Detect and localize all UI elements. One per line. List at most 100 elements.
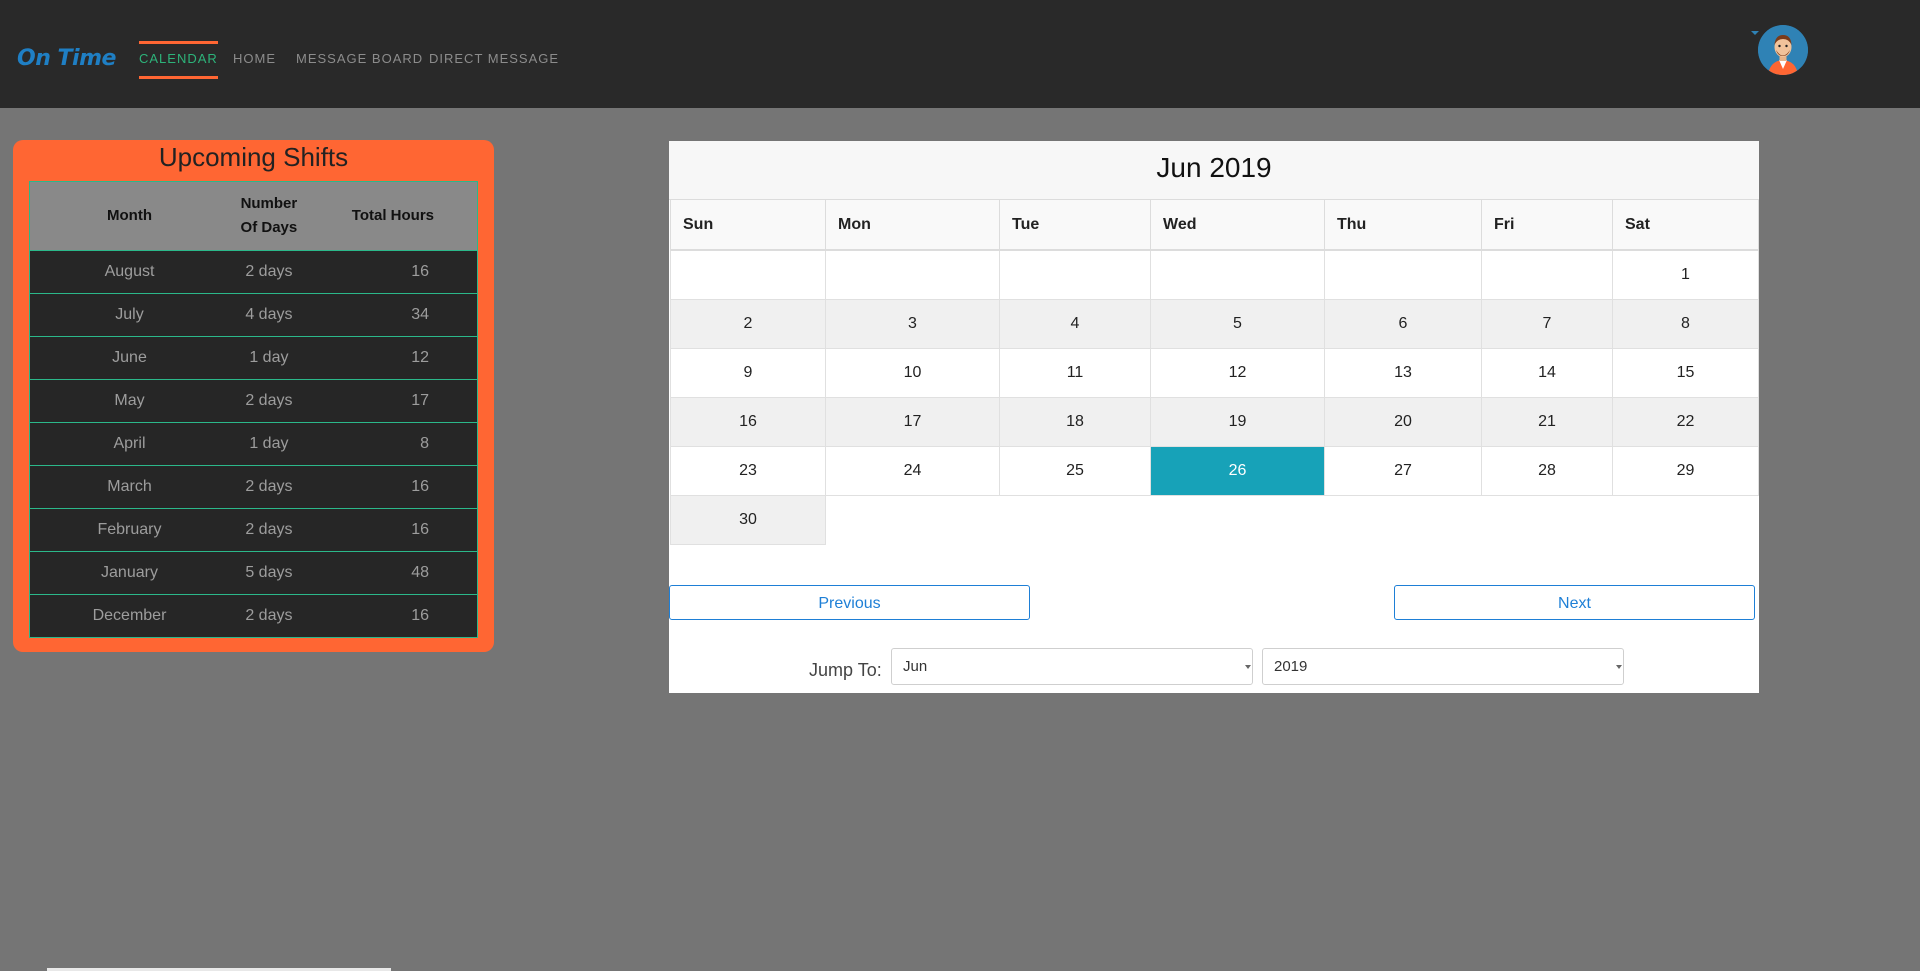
row-month: January xyxy=(29,551,229,595)
table-row: April 1 day 8 xyxy=(29,422,478,466)
calendar-day[interactable]: 4 xyxy=(999,299,1151,349)
calendar-day[interactable]: 2 xyxy=(670,299,826,349)
nav-direct-message[interactable]: DIRECT MESSAGE xyxy=(429,51,559,66)
table-row: December 2 days 16 xyxy=(29,594,478,638)
row-days: 5 days xyxy=(229,551,309,595)
calendar-month-title: Jun 2019 xyxy=(1156,152,1272,183)
table-row: March 2 days 16 xyxy=(29,465,478,509)
row-hours: 16 xyxy=(308,594,478,638)
calendar-day[interactable]: 18 xyxy=(999,397,1151,447)
next-month-button[interactable]: Next xyxy=(1394,585,1755,620)
calendar-day[interactable]: 21 xyxy=(1481,397,1613,447)
weekday-wed: Wed xyxy=(1150,199,1325,251)
calendar-day[interactable]: 1 xyxy=(1612,249,1759,300)
calendar-day[interactable]: 28 xyxy=(1481,446,1613,496)
calendar-day-empty xyxy=(999,249,1151,300)
row-month: May xyxy=(29,379,229,423)
header-number-of-days: Number Of Days xyxy=(229,181,309,251)
top-navbar: On Time CALENDAR HOME MESSAGE BOARD DIRE… xyxy=(0,0,1920,108)
row-hours: 16 xyxy=(308,465,478,509)
weekday-sun: Sun xyxy=(670,199,826,251)
row-days: 2 days xyxy=(229,465,309,509)
jump-to-label: Jump To: xyxy=(809,660,882,680)
calendar-day[interactable]: 11 xyxy=(999,348,1151,398)
nav-message-board[interactable]: MESSAGE BOARD xyxy=(296,51,423,66)
table-row: May 2 days 17 xyxy=(29,379,478,423)
calendar-week-row: 9 10 11 12 13 14 15 xyxy=(670,348,1759,398)
row-month: July xyxy=(29,293,229,337)
row-month: December xyxy=(29,594,229,638)
calendar-grid: Sun Mon Tue Wed Thu Fri Sat 1 2 3 4 5 6 … xyxy=(670,199,1759,545)
calendar-week-row: 1 xyxy=(670,249,1759,300)
calendar-day[interactable]: 8 xyxy=(1612,299,1759,349)
calendar-day-empty xyxy=(825,249,1000,300)
calendar-day[interactable]: 25 xyxy=(999,446,1151,496)
previous-month-button[interactable]: Previous xyxy=(669,585,1030,620)
weekday-header-row: Sun Mon Tue Wed Thu Fri Sat xyxy=(670,199,1759,251)
chevron-down-icon xyxy=(1616,665,1622,669)
dropdown-caret-icon[interactable] xyxy=(1751,31,1759,35)
calendar-day-empty xyxy=(1150,249,1325,300)
table-row: June 1 day 12 xyxy=(29,336,478,380)
month-select[interactable]: Jun xyxy=(891,648,1253,685)
header-days-line1: Number xyxy=(240,195,298,212)
table-row: August 2 days 16 xyxy=(29,250,478,294)
row-hours: 17 xyxy=(308,379,478,423)
calendar-day[interactable]: 9 xyxy=(670,348,826,398)
weekday-thu: Thu xyxy=(1324,199,1482,251)
nav-home[interactable]: HOME xyxy=(233,51,276,66)
row-hours: 16 xyxy=(308,250,478,294)
calendar-week-row: 23 24 25 26 27 28 29 xyxy=(670,446,1759,496)
row-days: 2 days xyxy=(229,250,309,294)
row-days: 1 day xyxy=(229,422,309,466)
calendar-day[interactable]: 10 xyxy=(825,348,1000,398)
calendar-day[interactable]: 29 xyxy=(1612,446,1759,496)
calendar-day[interactable]: 19 xyxy=(1150,397,1325,447)
nav-calendar[interactable]: CALENDAR xyxy=(139,41,218,79)
user-avatar-icon[interactable] xyxy=(1758,25,1808,75)
calendar-day-empty xyxy=(1324,249,1482,300)
calendar-day[interactable]: 5 xyxy=(1150,299,1325,349)
table-row: February 2 days 16 xyxy=(29,508,478,552)
calendar-day-empty xyxy=(1481,249,1613,300)
row-month: February xyxy=(29,508,229,552)
row-hours: 16 xyxy=(308,508,478,552)
calendar-day[interactable]: 20 xyxy=(1324,397,1482,447)
calendar-day[interactable]: 27 xyxy=(1324,446,1482,496)
row-days: 1 day xyxy=(229,336,309,380)
table-row: January 5 days 48 xyxy=(29,551,478,595)
calendar-header: Jun 2019 xyxy=(669,141,1759,200)
weekday-tue: Tue xyxy=(999,199,1151,251)
calendar-day[interactable]: 6 xyxy=(1324,299,1482,349)
upcoming-shifts-title: Upcoming Shifts xyxy=(158,142,349,172)
calendar-day[interactable]: 12 xyxy=(1150,348,1325,398)
row-hours: 8 xyxy=(308,422,478,466)
chevron-down-icon xyxy=(1245,665,1251,669)
calendar-day[interactable]: 13 xyxy=(1324,348,1482,398)
calendar-week-row: 16 17 18 19 20 21 22 xyxy=(670,397,1759,447)
row-days: 4 days xyxy=(229,293,309,337)
calendar-day[interactable]: 23 xyxy=(670,446,826,496)
calendar-day[interactable]: 7 xyxy=(1481,299,1613,349)
calendar-day-today[interactable]: 26 xyxy=(1150,446,1325,496)
year-select[interactable]: 2019 xyxy=(1262,648,1624,685)
calendar-day-empty xyxy=(670,249,826,300)
calendar-day[interactable]: 15 xyxy=(1612,348,1759,398)
header-month: Month xyxy=(29,181,229,251)
upcoming-shifts-table: Month Number Of Days Total Hours August … xyxy=(29,181,478,638)
calendar-day[interactable]: 24 xyxy=(825,446,1000,496)
calendar-day[interactable]: 14 xyxy=(1481,348,1613,398)
calendar-day[interactable]: 3 xyxy=(825,299,1000,349)
brand-logo[interactable]: On Time xyxy=(17,46,116,71)
row-days: 2 days xyxy=(229,379,309,423)
calendar-week-row: 30 xyxy=(670,495,1759,545)
row-month: March xyxy=(29,465,229,509)
header-days-line2: Of Days xyxy=(240,219,298,236)
calendar-trailing-space xyxy=(825,495,1759,545)
calendar-day[interactable]: 16 xyxy=(670,397,826,447)
calendar-day[interactable]: 17 xyxy=(825,397,1000,447)
calendar-day[interactable]: 22 xyxy=(1612,397,1759,447)
calendar-day[interactable]: 30 xyxy=(670,495,826,545)
row-month: April xyxy=(29,422,229,466)
row-days: 2 days xyxy=(229,508,309,552)
